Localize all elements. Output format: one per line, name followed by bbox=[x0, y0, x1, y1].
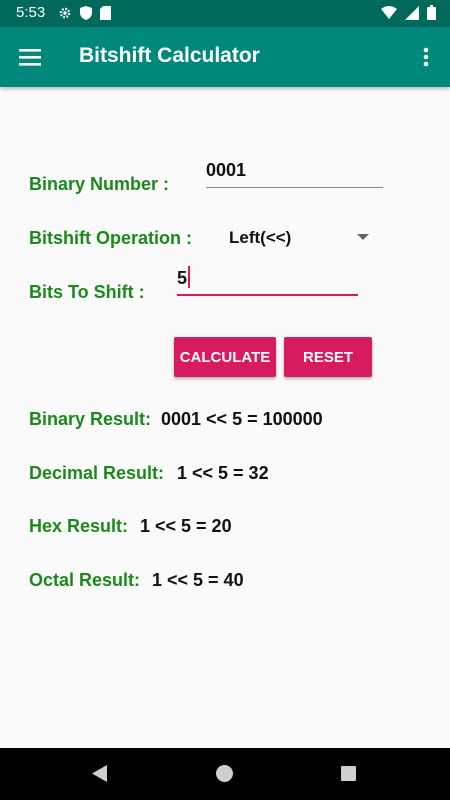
bitshift-operation-label: Bitshift Operation : bbox=[29, 228, 192, 248]
shield-icon bbox=[80, 6, 92, 25]
octal-result-label: Octal Result: bbox=[29, 570, 141, 590]
settings-icon bbox=[58, 6, 72, 25]
bits-to-shift-label: Bits To Shift : bbox=[29, 282, 145, 302]
reset-button[interactable]: RESET bbox=[284, 337, 372, 377]
menu-icon bbox=[19, 49, 41, 66]
status-time: 5:53 bbox=[16, 4, 46, 21]
text-cursor bbox=[188, 266, 191, 288]
bitshift-operation-selected: Left(<<) bbox=[229, 228, 292, 247]
bits-to-shift-value: 5 bbox=[177, 268, 188, 288]
hex-result-value: 1 << 5 = 20 bbox=[140, 516, 232, 536]
status-bar: 5:53 bbox=[0, 0, 450, 27]
home-button[interactable] bbox=[216, 765, 233, 782]
more-vert-icon bbox=[423, 47, 429, 67]
battery-icon bbox=[427, 5, 436, 25]
binary-result-value: 0001 << 5 = 100000 bbox=[161, 409, 323, 429]
sd-card-icon bbox=[100, 6, 111, 25]
app-title: Bitshift Calculator bbox=[79, 44, 260, 67]
decimal-result-value: 1 << 5 = 32 bbox=[177, 463, 269, 483]
binary-number-input[interactable]: 0001 bbox=[206, 160, 383, 188]
decimal-result-label: Decimal Result: bbox=[29, 463, 165, 483]
wifi-icon bbox=[381, 6, 397, 24]
bits-to-shift-input[interactable]: 5 bbox=[177, 266, 358, 296]
octal-result-value: 1 << 5 = 40 bbox=[152, 570, 244, 590]
app-bar: Bitshift Calculator bbox=[0, 27, 450, 87]
menu-button[interactable] bbox=[14, 43, 46, 71]
navigation-bar bbox=[0, 748, 450, 800]
hex-result-label: Hex Result: bbox=[29, 516, 129, 536]
overflow-menu-button[interactable] bbox=[414, 43, 438, 71]
back-button[interactable] bbox=[92, 765, 107, 787]
binary-number-value: 0001 bbox=[206, 160, 247, 180]
back-icon bbox=[92, 765, 107, 782]
bitshift-operation-dropdown[interactable]: Left(<<) bbox=[229, 226, 369, 250]
signal-icon bbox=[405, 5, 419, 25]
calculate-button[interactable]: CALCULATE bbox=[174, 337, 276, 377]
recent-apps-button[interactable] bbox=[341, 766, 356, 781]
binary-number-label: Binary Number : bbox=[29, 174, 170, 194]
dropdown-arrow-icon bbox=[357, 234, 369, 240]
binary-result-label: Binary Result: bbox=[29, 409, 152, 429]
